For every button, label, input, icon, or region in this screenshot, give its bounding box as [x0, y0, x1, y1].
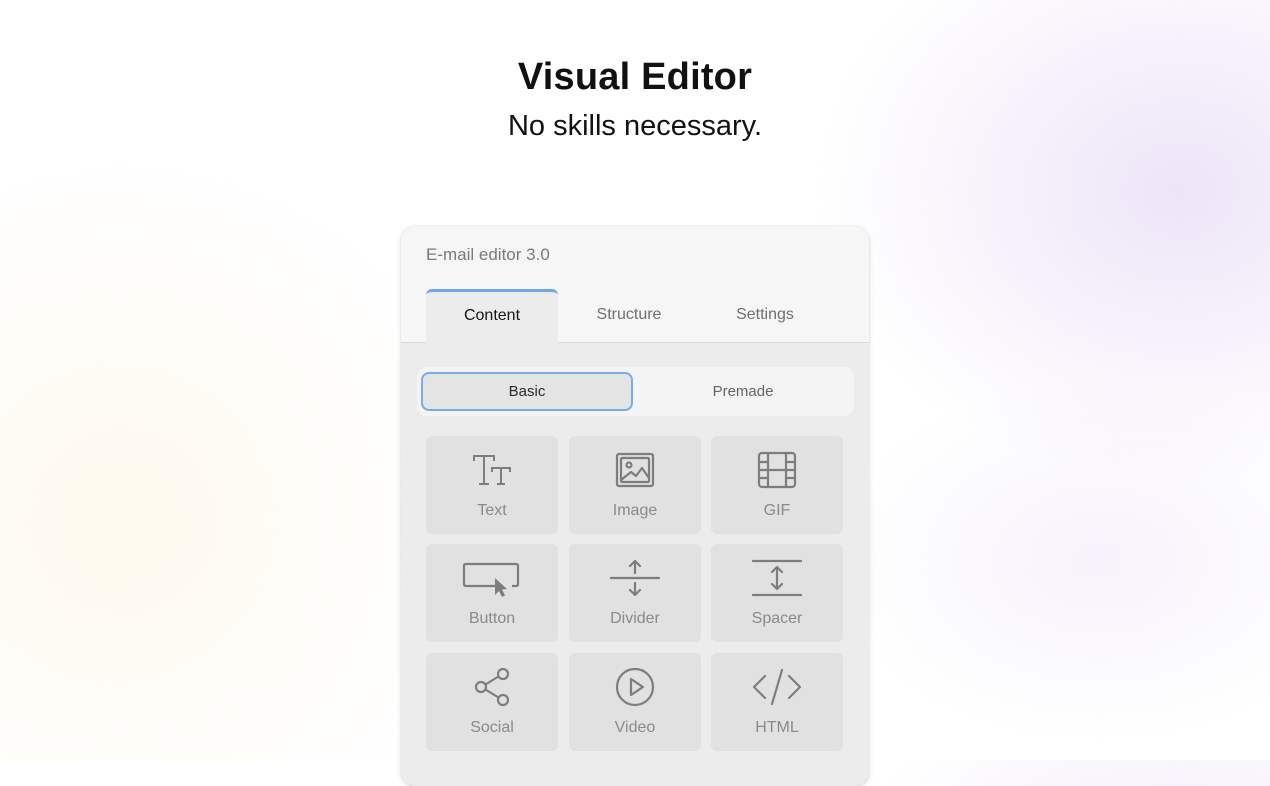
- tab-content[interactable]: Content: [426, 289, 558, 344]
- premade-toggle[interactable]: Premade: [639, 372, 847, 411]
- spacer-icon: [752, 559, 802, 597]
- block-label: GIF: [763, 502, 791, 519]
- basic-toggle[interactable]: Basic: [421, 372, 633, 411]
- tab-settings[interactable]: Settings: [699, 289, 831, 343]
- block-label: Text: [477, 502, 507, 519]
- button-icon: [462, 562, 520, 597]
- tab-structure[interactable]: Structure: [563, 289, 695, 343]
- block-social[interactable]: Social: [426, 653, 558, 751]
- block-label: Social: [470, 719, 514, 736]
- block-divider[interactable]: Divider: [569, 544, 701, 642]
- block-text[interactable]: Text: [426, 436, 558, 534]
- editor-title: E-mail editor 3.0: [426, 245, 550, 264]
- block-label: Button: [468, 610, 516, 627]
- share-icon: [474, 667, 510, 707]
- image-icon: [615, 452, 655, 488]
- gif-icon: [757, 451, 797, 489]
- email-editor-panel: E-mail editor 3.0 Content Structure Sett…: [401, 226, 869, 786]
- text-icon: [473, 455, 511, 485]
- block-spacer[interactable]: Spacer: [711, 544, 843, 642]
- block-label: Spacer: [751, 610, 803, 627]
- block-html[interactable]: HTML: [711, 653, 843, 751]
- play-icon: [615, 667, 655, 707]
- hero-subtitle: No skills necessary.: [507, 110, 763, 142]
- block-label: Image: [612, 502, 658, 519]
- block-video[interactable]: Video: [569, 653, 701, 751]
- editor-header: E-mail editor 3.0 Content Structure Sett…: [401, 226, 869, 344]
- block-label: HTML: [755, 719, 799, 736]
- block-button[interactable]: Button: [426, 544, 558, 642]
- code-icon: [752, 668, 802, 706]
- block-gif[interactable]: GIF: [711, 436, 843, 534]
- block-type-switch: Basic Premade: [417, 367, 854, 416]
- hero-title: Visual Editor: [517, 56, 753, 98]
- block-label: Divider: [610, 610, 660, 627]
- divider-icon: [610, 559, 660, 597]
- block-label: Video: [614, 719, 656, 736]
- block-image[interactable]: Image: [569, 436, 701, 534]
